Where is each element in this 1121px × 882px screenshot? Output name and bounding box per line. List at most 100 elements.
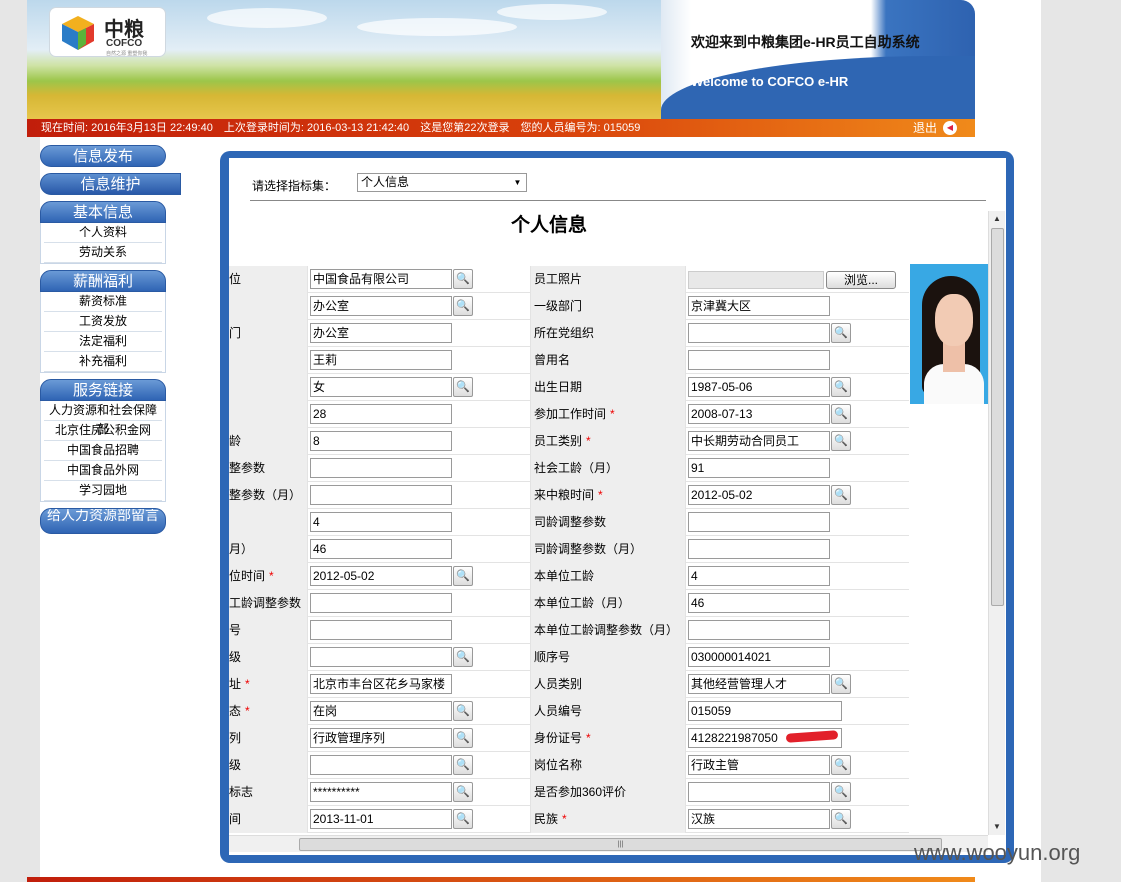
- form-row: 整参数 社会工龄（月） 91: [229, 455, 909, 482]
- lookup-search-icon[interactable]: 🔍: [453, 782, 473, 802]
- field-input[interactable]: 行政管理序列: [310, 728, 452, 748]
- field-input[interactable]: 京津冀大区: [688, 296, 830, 316]
- sidebar-link-learning[interactable]: 学习园地: [44, 481, 162, 501]
- logout-link[interactable]: 退出: [913, 119, 937, 137]
- field-input[interactable]: 2013-11-01: [310, 809, 452, 829]
- scroll-thumb[interactable]: [991, 228, 1004, 606]
- field-input[interactable]: 办公室: [310, 296, 452, 316]
- field-input[interactable]: 8: [310, 431, 452, 451]
- browse-button[interactable]: 浏览...: [826, 271, 896, 289]
- lookup-search-icon[interactable]: 🔍: [831, 404, 851, 424]
- field-input[interactable]: [310, 755, 452, 775]
- field-value-cell: 2012-05-02 🔍: [308, 563, 530, 590]
- field-input[interactable]: 行政主管: [688, 755, 830, 775]
- lookup-search-icon[interactable]: 🔍: [831, 674, 851, 694]
- logout-arrow-icon[interactable]: ◀: [943, 121, 957, 135]
- required-marker: *: [586, 434, 591, 448]
- lookup-search-icon[interactable]: 🔍: [831, 323, 851, 343]
- nav-info-publish[interactable]: 信息发布: [40, 145, 166, 167]
- field-input[interactable]: 中国食品有限公司: [310, 269, 452, 289]
- lookup-search-icon[interactable]: 🔍: [831, 755, 851, 775]
- sidebar-group-title[interactable]: 基本信息: [40, 201, 166, 223]
- indicator-set-select[interactable]: 个人信息 ▼: [357, 173, 527, 192]
- field-input[interactable]: [310, 593, 452, 613]
- field-input[interactable]: 015059: [688, 701, 842, 721]
- field-label: 本单位工龄（月）: [530, 590, 686, 617]
- sidebar-link-hrss[interactable]: 人力资源和社会保障部: [44, 401, 162, 436]
- lookup-search-icon[interactable]: 🔍: [831, 377, 851, 397]
- field-input[interactable]: 女: [310, 377, 452, 397]
- lookup-search-icon[interactable]: 🔍: [831, 485, 851, 505]
- lookup-search-icon[interactable]: 🔍: [831, 782, 851, 802]
- lookup-search-icon[interactable]: 🔍: [453, 377, 473, 397]
- scroll-down-icon[interactable]: ▼: [989, 819, 1005, 835]
- field-input[interactable]: [310, 485, 452, 505]
- vertical-scrollbar[interactable]: ▲ ▼: [988, 211, 1005, 835]
- field-input[interactable]: [310, 647, 452, 667]
- field-input[interactable]: 28: [310, 404, 452, 424]
- lookup-search-icon[interactable]: 🔍: [831, 809, 851, 829]
- field-input[interactable]: 在岗: [310, 701, 452, 721]
- scroll-thumb[interactable]: |||: [299, 838, 942, 851]
- field-input[interactable]: [688, 782, 830, 802]
- field-label: 级: [229, 644, 308, 671]
- sidebar-link-external-site[interactable]: 中国食品外网: [44, 461, 162, 481]
- lookup-search-icon[interactable]: 🔍: [453, 701, 473, 721]
- field-input[interactable]: 2008-07-13: [688, 404, 830, 424]
- sidebar-item-supplementary-welfare[interactable]: 补充福利: [44, 352, 162, 372]
- field-input[interactable]: 北京市丰台区花乡马家楼: [310, 674, 452, 694]
- field-input[interactable]: [310, 620, 452, 640]
- sidebar-item-personal-data[interactable]: 个人资料: [44, 223, 162, 243]
- sidebar-item-payroll[interactable]: 工资发放: [44, 312, 162, 332]
- photo-file-input[interactable]: [688, 271, 824, 289]
- field-input[interactable]: [688, 539, 830, 559]
- field-input[interactable]: 王莉: [310, 350, 452, 370]
- field-input[interactable]: [688, 620, 830, 640]
- lookup-search-icon[interactable]: 🔍: [453, 755, 473, 775]
- nav-info-maintain[interactable]: 信息维护: [40, 173, 181, 195]
- field-label: 社会工龄（月）: [530, 455, 686, 482]
- field-input[interactable]: 4: [688, 566, 830, 586]
- lookup-search-icon[interactable]: 🔍: [453, 647, 473, 667]
- indicator-set-label: 请选择指标集：: [252, 179, 337, 193]
- field-input[interactable]: 中长期劳动合同员工: [688, 431, 830, 451]
- divider: [250, 200, 986, 201]
- sidebar-link-recruit[interactable]: 中国食品招聘: [44, 441, 162, 461]
- field-input[interactable]: 1987-05-06: [688, 377, 830, 397]
- sidebar-group-title[interactable]: 服务链接: [40, 379, 166, 401]
- lookup-search-icon[interactable]: 🔍: [453, 269, 473, 289]
- field-input[interactable]: 2012-05-02: [688, 485, 830, 505]
- field-input[interactable]: 汉族: [688, 809, 830, 829]
- field-input[interactable]: 2012-05-02: [310, 566, 452, 586]
- field-input[interactable]: [688, 512, 830, 532]
- sidebar-item-labor-relation[interactable]: 劳动关系: [44, 243, 162, 263]
- field-input[interactable]: 其他经营管理人才: [688, 674, 830, 694]
- field-input[interactable]: [688, 323, 830, 343]
- field-input[interactable]: 4: [310, 512, 452, 532]
- leave-message-button[interactable]: 给人力资源部留言: [40, 508, 166, 534]
- sidebar-item-salary-standard[interactable]: 薪资标准: [44, 292, 162, 312]
- field-label: 龄: [229, 428, 308, 455]
- field-input[interactable]: 46: [310, 539, 452, 559]
- field-input[interactable]: [310, 458, 452, 478]
- lookup-search-icon[interactable]: 🔍: [453, 728, 473, 748]
- chevron-down-icon[interactable]: ▼: [509, 174, 526, 191]
- lookup-search-icon[interactable]: 🔍: [453, 566, 473, 586]
- field-input[interactable]: [688, 350, 830, 370]
- form-row: 办公室 🔍 一级部门 京津冀大区: [229, 293, 909, 320]
- field-input[interactable]: 办公室: [310, 323, 452, 343]
- field-input[interactable]: 46: [688, 593, 830, 613]
- sidebar-group-title[interactable]: 薪酬福利: [40, 270, 166, 292]
- lookup-search-icon[interactable]: 🔍: [453, 296, 473, 316]
- form-row: 态 * 在岗 🔍 人员编号 015059: [229, 698, 909, 725]
- lookup-search-icon[interactable]: 🔍: [453, 809, 473, 829]
- scroll-up-icon[interactable]: ▲: [989, 211, 1005, 227]
- horizontal-scrollbar[interactable]: |||: [229, 835, 988, 852]
- field-input[interactable]: **********: [310, 782, 452, 802]
- photo-upload-cell: 浏览...: [686, 266, 909, 293]
- sidebar-item-statutory-welfare[interactable]: 法定福利: [44, 332, 162, 352]
- field-input[interactable]: 030000014021: [688, 647, 830, 667]
- field-input[interactable]: 91: [688, 458, 830, 478]
- lookup-search-icon[interactable]: 🔍: [831, 431, 851, 451]
- sidebar-link-housing-fund[interactable]: 北京住房公积金网: [44, 421, 162, 441]
